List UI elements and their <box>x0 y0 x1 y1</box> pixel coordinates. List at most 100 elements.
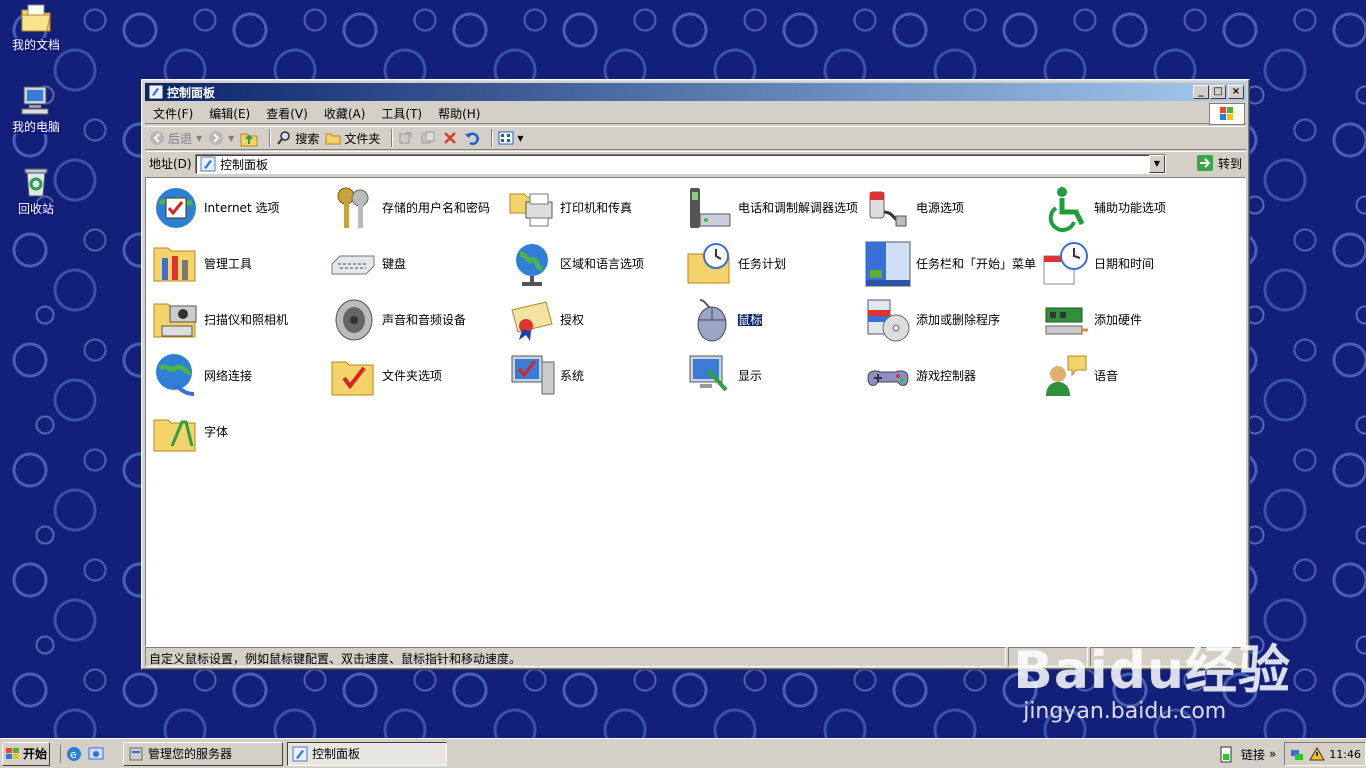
internet-options-icon <box>156 188 196 228</box>
item-label: 语音 <box>1094 369 1119 383</box>
item-fonts[interactable]: 字体 <box>152 406 330 458</box>
item-add-remove-programs[interactable]: 添加或删除程序 <box>864 294 1042 346</box>
speech-icon <box>1046 355 1087 396</box>
item-label: 电话和调制解调器选项 <box>738 201 859 215</box>
item-scanner-camera[interactable]: 扫描仪和照相机 <box>152 294 330 346</box>
item-accessibility[interactable]: 辅助功能选项 <box>1042 182 1220 234</box>
item-stored-passwords[interactable]: 存储的用户名和密码 <box>330 182 508 234</box>
menu-favorites[interactable]: 收藏(A) <box>316 105 374 122</box>
item-display[interactable]: 显示 <box>686 350 864 402</box>
item-internet-options[interactable]: Internet 选项 <box>152 182 330 234</box>
links-toolbar[interactable]: 链接 » <box>1241 746 1276 763</box>
views-icon <box>498 131 514 145</box>
taskbar-start-menu-icon <box>865 241 911 287</box>
phone-modem-icon <box>690 188 731 228</box>
desktop-icon-recycle-bin[interactable]: 回收站 <box>1 166 71 217</box>
system-tray: 11:46 <box>1284 742 1366 766</box>
desktop-icon-label: 我的电脑 <box>10 120 61 134</box>
scheduled-tasks-icon <box>687 243 730 284</box>
dropdown-arrow-icon: ▼ <box>196 133 203 143</box>
search-icon <box>277 131 291 145</box>
item-label: 字体 <box>204 425 229 439</box>
item-keyboard[interactable]: 键盘 <box>330 238 508 290</box>
delete-x-icon <box>444 132 457 144</box>
back-button[interactable]: 后退 ▼ <box>149 130 202 147</box>
internet-explorer-icon[interactable]: e <box>65 745 83 763</box>
title-bar[interactable]: 控制面板 _ □ × <box>145 83 1246 101</box>
menu-help[interactable]: 帮助(H) <box>430 105 488 122</box>
menu-tools[interactable]: 工具(T) <box>373 105 430 122</box>
windows-flag-icon <box>6 747 19 759</box>
search-label: 搜索 <box>295 131 320 146</box>
clock[interactable]: 11:46 <box>1329 748 1361 761</box>
task-manage-server[interactable]: 管理您的服务器 <box>123 741 283 766</box>
item-system[interactable]: 系统 <box>508 350 686 402</box>
go-button[interactable]: 转到 <box>1196 154 1242 172</box>
item-speech[interactable]: 语音 <box>1042 350 1220 402</box>
item-scheduled-tasks[interactable]: 任务计划 <box>686 238 864 290</box>
views-button[interactable]: ▼ <box>498 130 524 146</box>
minimize-button[interactable]: _ <box>1193 85 1209 99</box>
display-icon <box>689 355 728 392</box>
status-text: 自定义鼠标设置，例如鼠标键配置、双击速度、鼠标指针和移动速度。 <box>145 647 1006 667</box>
address-dropdown-button[interactable]: ▼ <box>1149 155 1165 173</box>
item-label: 任务栏和「开始」菜单 <box>916 257 1037 271</box>
watermark-brand: Baidu经验 <box>1013 641 1291 701</box>
up-button[interactable] <box>240 129 258 147</box>
menu-edit[interactable]: 编辑(E) <box>201 105 258 122</box>
date-time-icon <box>1043 242 1088 285</box>
item-printers-faxes[interactable]: 打印机和传真 <box>508 182 686 234</box>
item-phone-modem[interactable]: 电话和调制解调器选项 <box>686 182 864 234</box>
control-panel-window: 控制面板 _ □ × 文件(F) 编辑(E) 查看(V) 收藏(A) 工具(T)… <box>141 79 1250 670</box>
control-panel-items: Internet 选项 存储的用户名和密码 打印机和传真 电话和调制解调器选项 … <box>145 177 1246 647</box>
go-arrow-icon <box>1196 155 1213 171</box>
taskbar-right: 链接 » 11:46 <box>1219 741 1366 767</box>
delete-button[interactable] <box>442 130 458 146</box>
admin-tools-icon <box>153 247 196 282</box>
item-label: 日期和时间 <box>1094 257 1155 271</box>
scanner-camera-icon <box>153 303 197 338</box>
item-licensing[interactable]: 授权 <box>508 294 686 346</box>
show-desktop-icon[interactable] <box>87 745 105 763</box>
system-icon <box>511 355 555 395</box>
desktop-icon-my-documents[interactable]: 我的文档 <box>1 2 71 53</box>
item-power-options[interactable]: 电源选项 <box>864 182 1042 234</box>
warning-tray-icon[interactable] <box>1309 746 1326 762</box>
move-to-button[interactable] <box>398 130 414 146</box>
item-folder-options[interactable]: 文件夹选项 <box>330 350 508 402</box>
maximize-button[interactable]: □ <box>1210 85 1226 99</box>
task-control-panel[interactable]: 控制面板 <box>287 741 447 766</box>
undo-icon <box>465 132 480 145</box>
undo-button[interactable] <box>464 130 480 146</box>
desktop-icon-my-computer[interactable]: 我的电脑 <box>1 84 71 135</box>
start-button[interactable]: 开始 <box>2 741 50 766</box>
item-game-controllers[interactable]: 游戏控制器 <box>864 350 1042 402</box>
address-input[interactable]: 控制面板 ▼ <box>195 154 1166 174</box>
item-mouse[interactable]: 鼠标 <box>686 294 864 346</box>
item-regional-language[interactable]: 区域和语言选项 <box>508 238 686 290</box>
address-bar: 地址(D) 控制面板 ▼ 转到 <box>145 151 1246 175</box>
search-button[interactable]: 搜索 <box>276 130 319 147</box>
item-sound-audio[interactable]: 声音和音频设备 <box>330 294 508 346</box>
forward-button[interactable]: ▼ <box>208 130 234 146</box>
item-label: 键盘 <box>382 257 407 271</box>
close-button[interactable]: × <box>1228 85 1244 99</box>
item-admin-tools[interactable]: 管理工具 <box>152 238 330 290</box>
network-tray-icon[interactable] <box>1289 746 1305 762</box>
item-taskbar-start-menu[interactable]: 任务栏和「开始」菜单 <box>864 238 1042 290</box>
item-add-hardware[interactable]: 添加硬件 <box>1042 294 1220 346</box>
menu-file[interactable]: 文件(F) <box>145 105 201 122</box>
control-panel-icon <box>149 85 163 99</box>
regional-language-icon <box>516 244 548 286</box>
folders-button[interactable]: 文件夹 <box>325 130 380 147</box>
menu-view[interactable]: 查看(V) <box>258 105 316 122</box>
item-label: 辅助功能选项 <box>1094 201 1167 215</box>
address-label: 地址(D) <box>149 157 192 171</box>
item-date-time[interactable]: 日期和时间 <box>1042 238 1220 290</box>
item-network-connections[interactable]: 网络连接 <box>152 350 330 402</box>
game-controllers-icon <box>867 370 909 386</box>
chevron-icon[interactable]: » <box>1269 747 1276 761</box>
folder-up-icon <box>240 133 258 147</box>
back-label: 后退 <box>168 131 193 146</box>
copy-to-button[interactable] <box>420 130 436 146</box>
